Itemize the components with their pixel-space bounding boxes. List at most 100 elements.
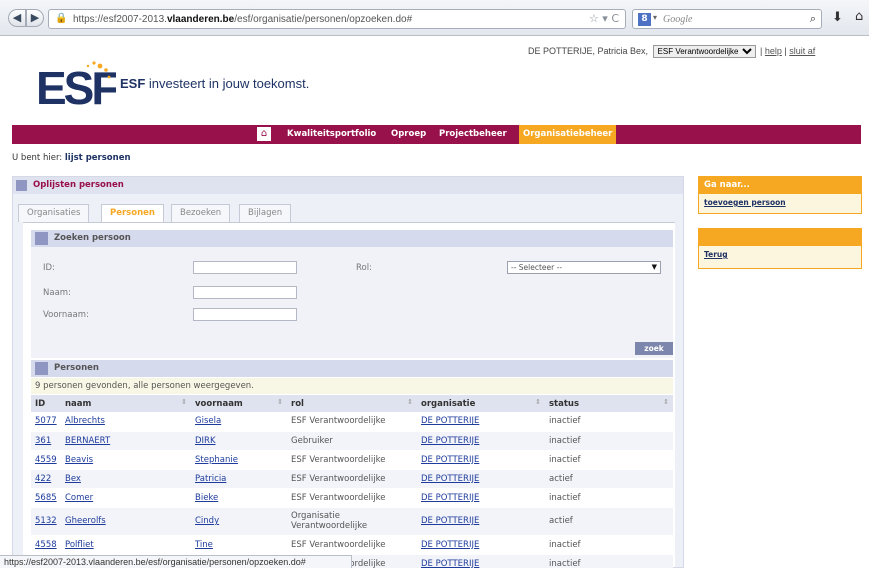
sort-icon[interactable]: ⇕	[181, 398, 187, 406]
naam-input[interactable]	[193, 286, 297, 299]
cell-id[interactable]: 4558	[31, 535, 61, 555]
cell-voornaam[interactable]: Stephanie	[191, 450, 287, 470]
cell-naam[interactable]: Gheerolfs	[61, 507, 191, 536]
results-header-icon	[35, 362, 48, 375]
forward-arrow-icon[interactable]: ▶	[26, 9, 44, 27]
status-bar: https://esf2007-2013.vlaanderen.be/esf/o…	[0, 555, 352, 568]
table-row: 4558 Polfliet Tine ESF Verantwoordelijke…	[31, 535, 673, 555]
cell-id[interactable]: 361	[31, 431, 61, 451]
nav-organisatiebeheer[interactable]: Organisatiebeheer	[519, 125, 617, 144]
home-icon[interactable]: ⌂	[257, 127, 271, 141]
cell-id[interactable]: 5077	[31, 412, 61, 432]
panel-header: Oplijsten personen	[13, 177, 683, 194]
column-header-organisatie[interactable]: organisatie ⇕	[417, 395, 545, 412]
cell-organisatie[interactable]: DE POTTERIJE	[417, 450, 545, 470]
cell-organisatie[interactable]: DE POTTERIJE	[417, 469, 545, 489]
search-engine-icon[interactable]: 8	[638, 13, 651, 26]
logout-link[interactable]: sluit af	[789, 46, 815, 56]
dropdown-arrow-icon[interactable]: ▾	[653, 13, 657, 22]
nav-projectbeheer[interactable]: Projectbeheer	[435, 125, 511, 144]
cell-rol: ESF Verantwoordelijke	[287, 412, 417, 432]
back-link[interactable]: Terug	[699, 246, 861, 265]
cell-id[interactable]: 422	[31, 469, 61, 489]
add-person-link[interactable]: toevoegen persoon	[699, 194, 861, 213]
sort-icon[interactable]: ⇕	[277, 398, 283, 406]
search-icon[interactable]: ⌕	[810, 12, 816, 26]
user-info: DE POTTERIJE, Patricia Bex, ESF Verantwo…	[528, 45, 868, 58]
cell-status: actief	[545, 507, 673, 536]
back-arrow-icon[interactable]: ◀	[8, 9, 26, 27]
role-select[interactable]: ESF Verantwoordelijke	[652, 45, 756, 58]
cell-organisatie[interactable]: DE POTTERIJE	[417, 535, 545, 555]
naam-label: Naam:	[43, 288, 71, 298]
table-row: 422 Bex Patricia ESF Verantwoordelijke D…	[31, 469, 673, 489]
cell-naam[interactable]: BERNAERT	[61, 431, 191, 451]
url-text: https://esf2007-2013.vlaanderen.be/esf/o…	[73, 14, 413, 25]
voornaam-input[interactable]	[193, 308, 297, 321]
column-header-status[interactable]: status ⇕	[545, 395, 673, 412]
cell-voornaam[interactable]: Patricia	[191, 469, 287, 489]
cell-organisatie[interactable]: DE POTTERIJE	[417, 507, 545, 536]
cell-status: inactief	[545, 488, 673, 508]
cell-voornaam[interactable]: Tine	[191, 535, 287, 555]
rol-select[interactable]: -- Selecteer -- ▼	[507, 261, 661, 274]
cell-status: inactief	[545, 412, 673, 432]
bookmark-star-icon[interactable]: ☆ ▾ C	[589, 12, 619, 25]
panel-header-icon	[16, 180, 27, 191]
cell-voornaam[interactable]: DIRK	[191, 431, 287, 451]
tab-bezoeken[interactable]: Bezoeken	[171, 204, 231, 222]
cell-voornaam[interactable]: Gisela	[191, 412, 287, 432]
column-header-id[interactable]: ID	[31, 395, 61, 412]
column-header-rol[interactable]: rol ⇕	[287, 395, 417, 412]
column-header-voornaam[interactable]: voornaam ⇕	[191, 395, 287, 412]
cell-rol: Gebruiker	[287, 431, 417, 451]
back-box: Terug	[698, 228, 862, 269]
table-row: 361 BERNAERT DIRK Gebruiker DE POTTERIJE…	[31, 431, 673, 451]
cell-naam[interactable]: Beavis	[61, 450, 191, 470]
cell-voornaam[interactable]: Bieke	[191, 488, 287, 508]
voornaam-label: Voornaam:	[43, 310, 89, 320]
cell-status: inactief	[545, 450, 673, 470]
tab-personen[interactable]: Personen	[101, 204, 164, 223]
goto-box: Ga naar... toevoegen persoon	[698, 176, 862, 214]
help-link[interactable]: help	[765, 46, 782, 56]
svg-text:ESF: ESF	[36, 62, 116, 106]
sort-icon[interactable]: ⇕	[663, 398, 669, 406]
cell-naam[interactable]: Albrechts	[61, 412, 191, 432]
lock-icon: 🔒	[55, 13, 68, 24]
zoek-button[interactable]: zoek	[635, 342, 673, 355]
breadcrumb-current[interactable]: lijst personen	[65, 153, 131, 163]
id-label: ID:	[43, 263, 55, 273]
search-box[interactable]: 8 ▾ Google ⌕	[632, 9, 822, 29]
search-form-icon	[35, 232, 48, 245]
column-header-naam[interactable]: naam ⇕	[61, 395, 191, 412]
rol-label: Rol:	[356, 263, 372, 273]
esf-logo: ESF	[36, 61, 116, 106]
breadcrumb: U bent hier: lijst personen	[12, 153, 131, 163]
cell-rol: ESF Verantwoordelijke	[287, 535, 417, 555]
nav-oproep[interactable]: Oproep	[387, 125, 430, 144]
cell-voornaam[interactable]: Cindy	[191, 507, 287, 536]
cell-organisatie[interactable]: DE POTTERIJE	[417, 431, 545, 451]
download-icon[interactable]: ⬇	[832, 10, 843, 25]
cell-naam[interactable]: Polfliet	[61, 535, 191, 555]
address-bar[interactable]: 🔒 https://esf2007-2013.vlaanderen.be/esf…	[48, 9, 626, 29]
tab-bijlagen[interactable]: Bijlagen	[239, 204, 292, 222]
id-input[interactable]	[193, 261, 297, 274]
sort-icon[interactable]: ⇕	[535, 398, 541, 406]
cell-organisatie[interactable]: DE POTTERIJE	[417, 412, 545, 432]
home-icon[interactable]: ⌂	[855, 9, 863, 24]
cell-id[interactable]: 5132	[31, 507, 61, 536]
sort-icon[interactable]: ⇕	[407, 398, 413, 406]
cell-organisatie[interactable]: DE POTTERIJE	[417, 488, 545, 508]
cell-rol: ESF Verantwoordelijke	[287, 450, 417, 470]
search-placeholder: Google	[663, 14, 693, 25]
tab-organisaties[interactable]: Organisaties	[18, 204, 90, 222]
nav-kwaliteitsportfolio[interactable]: Kwaliteitsportfolio	[283, 125, 380, 144]
cell-naam[interactable]: Bex	[61, 469, 191, 489]
cell-organisatie[interactable]: DE POTTERIJE	[417, 554, 545, 568]
cell-rol: ESF Verantwoordelijke	[287, 469, 417, 489]
cell-naam[interactable]: Comer	[61, 488, 191, 508]
cell-id[interactable]: 4559	[31, 450, 61, 470]
cell-id[interactable]: 5685	[31, 488, 61, 508]
